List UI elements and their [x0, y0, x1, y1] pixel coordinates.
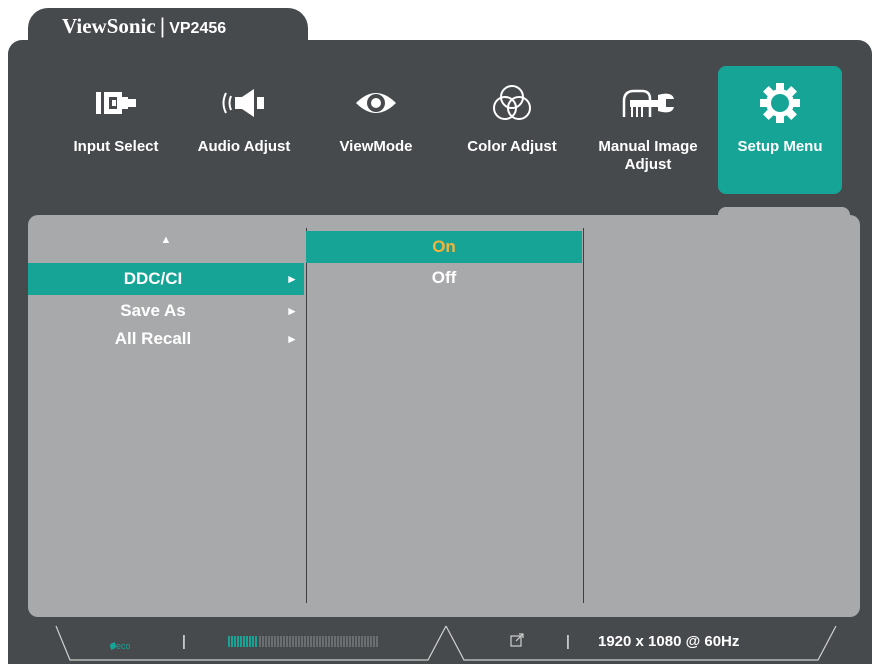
resolution-readout: 1920 x 1080 @ 60Hz [598, 633, 740, 650]
menu-audio-adjust[interactable]: Audio Adjust [182, 66, 306, 194]
menu-label: ViewMode [339, 138, 413, 155]
submenu-item-label: Save As [120, 301, 186, 320]
menu-label: Setup Menu [737, 138, 823, 155]
color-circles-icon [450, 82, 574, 124]
submenu-item-ddc-ci[interactable]: DDC/CI ► [28, 263, 304, 295]
right-arrow-icon: ► [286, 332, 298, 346]
right-arrow-icon: ► [286, 272, 298, 286]
speaker-icon [182, 82, 306, 124]
submenu-item-label: All Recall [114, 329, 192, 348]
option-on[interactable]: On [306, 231, 582, 263]
gear-icon [718, 82, 842, 124]
scroll-up-icon[interactable]: ▲ [28, 234, 304, 246]
model-name: VP2456 [169, 20, 227, 37]
eco-icon: eco [109, 641, 131, 651]
option-off[interactable]: Off [306, 262, 582, 294]
menu-label: Color Adjust [467, 138, 557, 155]
hand-wrench-icon [586, 82, 710, 124]
menu-input-select[interactable]: Input Select [54, 66, 178, 194]
menu-setup-menu[interactable]: Setup Menu [718, 66, 842, 194]
submenu-item-label: DDC/CI [123, 269, 183, 288]
level-bar-filled [228, 636, 258, 647]
brand-logo: ViewSonic [62, 14, 156, 38]
menu-label: Input Select [73, 138, 159, 155]
level-bar-empty [259, 636, 378, 647]
column-divider [583, 228, 584, 603]
eco-text: eco [116, 641, 131, 651]
menu-manual-image-adjust[interactable]: Manual Image Adjust [586, 66, 710, 194]
submenu-item-all-recall[interactable]: All Recall ► [28, 323, 304, 355]
brightness-level-bar [228, 636, 378, 647]
eye-icon [314, 82, 438, 124]
brand-separator: | [159, 15, 166, 38]
menu-label: Audio Adjust [197, 138, 291, 155]
menu-color-adjust[interactable]: Color Adjust [450, 66, 574, 194]
menu-viewmode[interactable]: ViewMode [314, 66, 438, 194]
status-divider: | [566, 633, 570, 650]
status-divider: | [182, 633, 186, 650]
right-arrow-icon: ► [286, 304, 298, 318]
input-select-icon [54, 82, 178, 124]
menu-label: Manual Image Adjust [598, 138, 698, 173]
external-link-icon [510, 633, 524, 652]
brand-header: ViewSonic | VP2456 [62, 14, 226, 39]
